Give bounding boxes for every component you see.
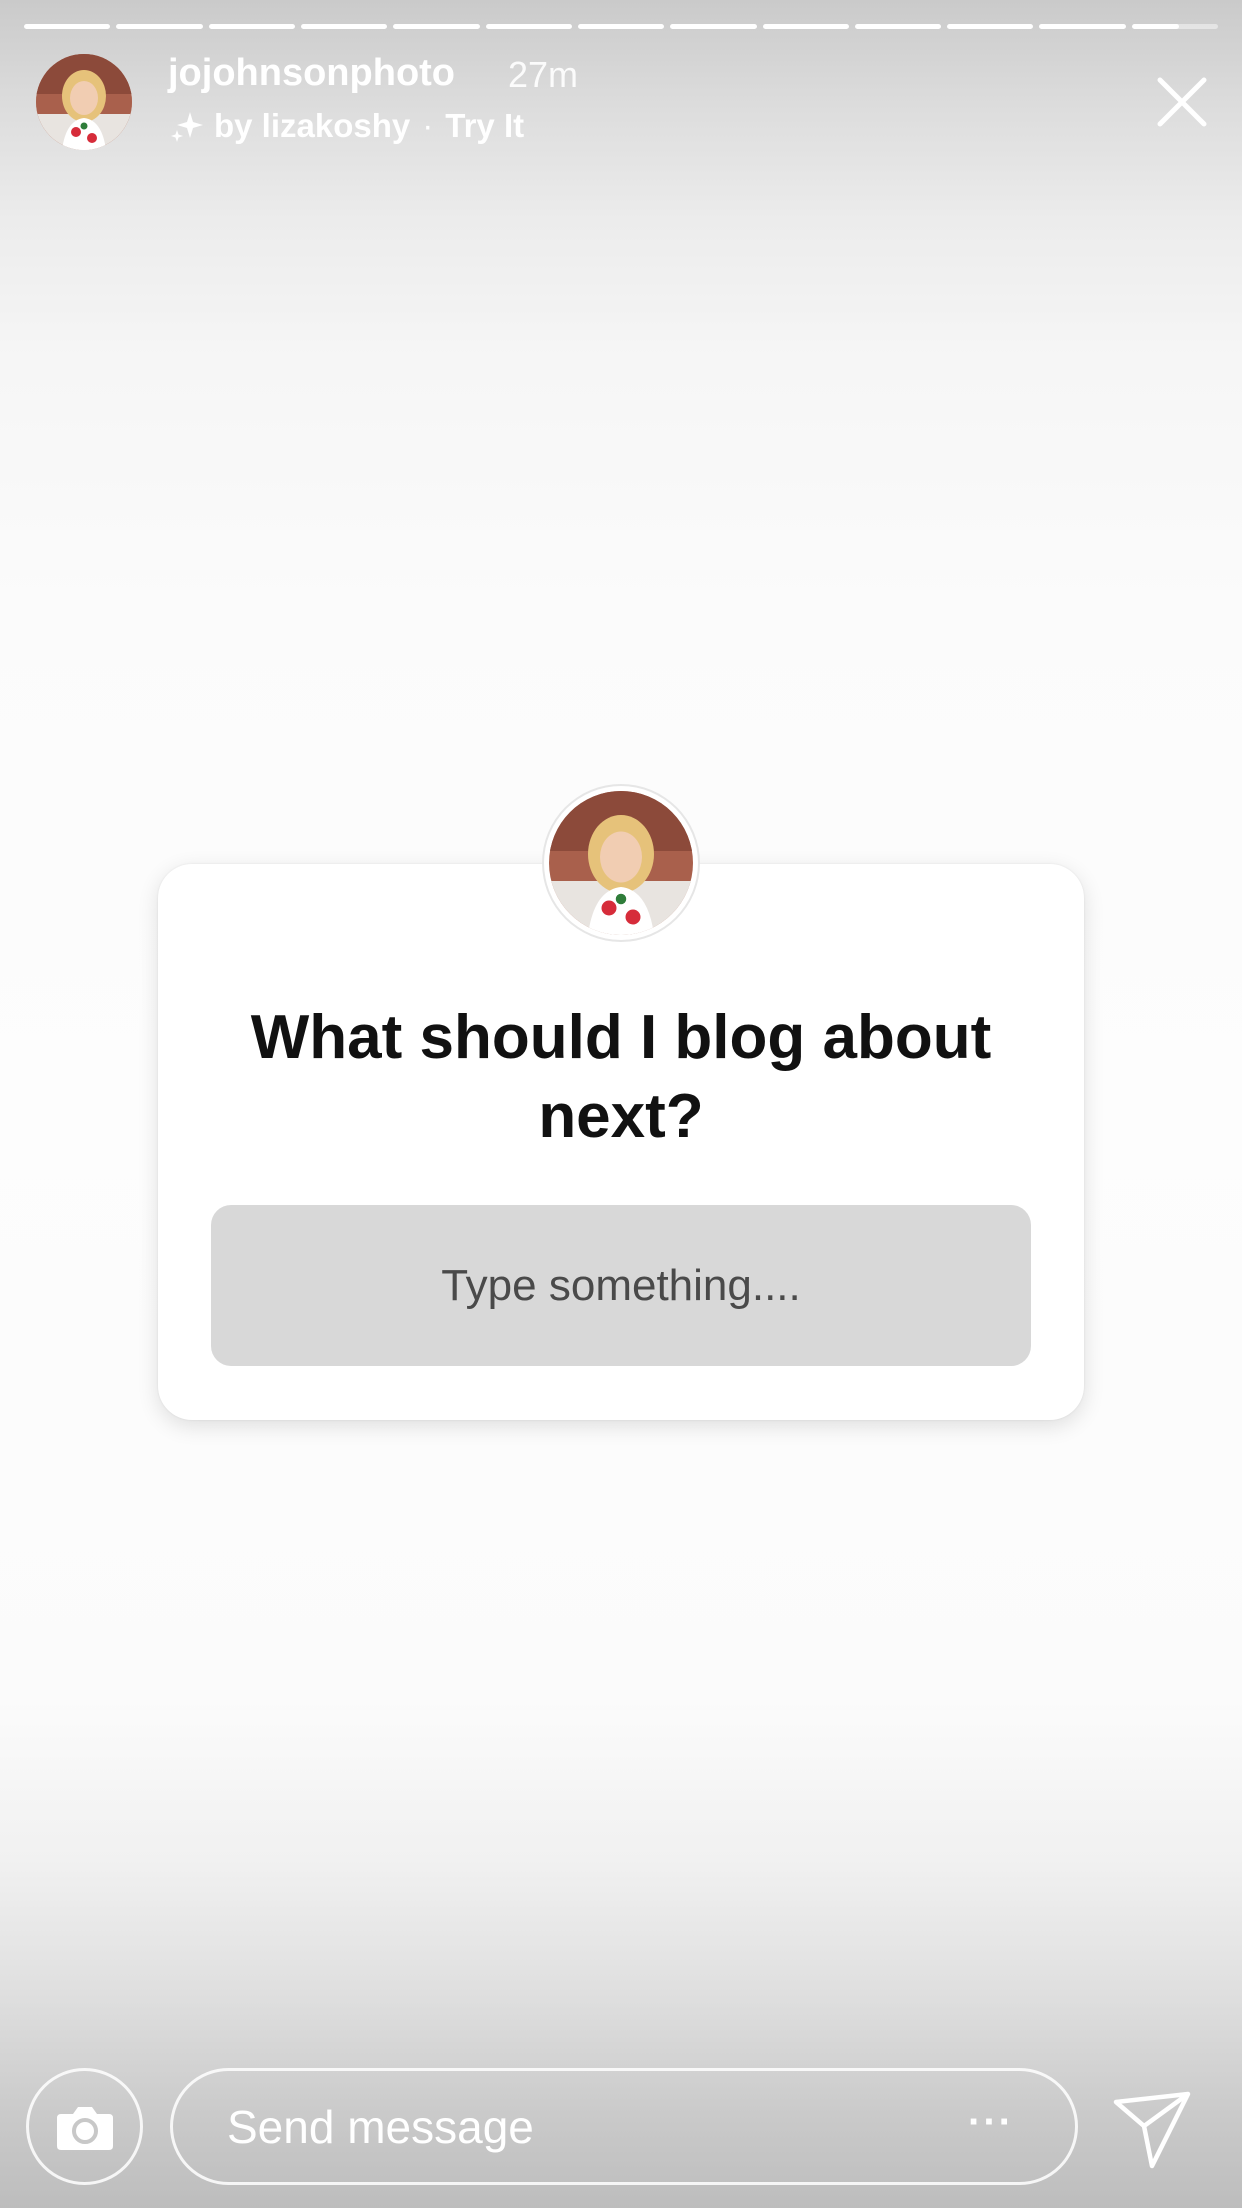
send-icon <box>1113 2091 1191 2169</box>
progress-segment <box>300 24 388 29</box>
progress-fill <box>24 24 111 29</box>
camera-icon <box>56 2106 113 2150</box>
send-message-input[interactable] <box>227 2071 927 2182</box>
profile-photo <box>36 54 132 150</box>
sparkle-icon <box>171 112 203 142</box>
progress-fill <box>854 24 942 29</box>
question-sticker[interactable]: What should I blog about next? <box>158 864 1084 1420</box>
close-icon <box>1157 77 1207 127</box>
effect-attribution[interactable]: by lizakoshy · Try It <box>168 106 524 146</box>
try-it-link[interactable]: Try It <box>445 107 524 145</box>
story-header: jojohnsonphoto 27m by lizakoshy · Try It <box>0 52 1242 162</box>
close-button[interactable] <box>1152 72 1212 132</box>
profile-photo <box>549 791 693 935</box>
progress-fill <box>116 24 203 29</box>
progress-fill <box>393 24 480 29</box>
answer-input[interactable] <box>211 1205 1031 1366</box>
progress-fill <box>670 24 757 29</box>
progress-segment <box>116 24 203 29</box>
progress-fill <box>762 24 849 29</box>
effect-creator[interactable]: by lizakoshy <box>214 107 410 145</box>
progress-segment <box>947 24 1034 29</box>
progress-segment <box>24 24 111 29</box>
story-timestamp: 27m <box>508 54 579 95</box>
progress-segment <box>577 24 665 29</box>
more-icon[interactable]: ··· <box>961 2102 1021 2142</box>
progress-fill <box>1131 24 1180 29</box>
send-button[interactable] <box>1112 2090 1194 2170</box>
progress-segment <box>393 24 480 29</box>
sticker-avatar <box>544 786 698 940</box>
story-viewer[interactable]: jojohnsonphoto 27m by lizakoshy · Try It… <box>0 0 1242 2208</box>
progress-segment <box>762 24 849 29</box>
effect-separator: · <box>422 107 434 144</box>
user-avatar[interactable] <box>36 54 132 150</box>
story-username[interactable]: jojohnsonphoto <box>168 52 455 95</box>
progress-fill <box>1039 24 1126 29</box>
progress-segment <box>670 24 757 29</box>
message-field[interactable]: ··· <box>170 2068 1078 2185</box>
story-progress-bar <box>24 24 1219 29</box>
progress-fill <box>208 24 295 29</box>
progress-fill <box>485 24 572 29</box>
progress-segment <box>485 24 572 29</box>
progress-fill <box>577 24 665 29</box>
progress-segment <box>208 24 295 29</box>
progress-fill <box>300 24 388 29</box>
progress-fill <box>947 24 1034 29</box>
camera-button[interactable] <box>26 2068 143 2185</box>
progress-segment <box>1039 24 1126 29</box>
question-text: What should I blog about next? <box>250 1003 992 1151</box>
progress-segment <box>1131 24 1219 29</box>
progress-segment <box>854 24 942 29</box>
